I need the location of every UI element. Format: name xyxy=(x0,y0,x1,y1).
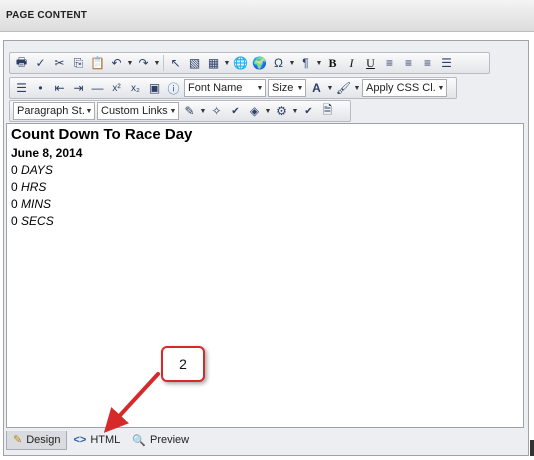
tab-preview[interactable]: 🔍 Preview xyxy=(126,431,195,450)
content-heading: Count Down To Race Day xyxy=(11,126,193,143)
countdown-value: 0 xyxy=(11,180,18,194)
tab-design[interactable]: ✎ Design xyxy=(6,430,68,450)
separator xyxy=(163,55,164,71)
countdown-unit: DAYS xyxy=(21,163,53,177)
redo-icon[interactable]: ↷ xyxy=(134,54,153,72)
font-size-label: Size xyxy=(272,82,294,94)
help-icon[interactable]: ⓘ xyxy=(164,79,183,97)
countdown-line-minutes: 0 MINS xyxy=(11,196,519,213)
font-name-dropdown[interactable]: Font Name ▼ xyxy=(184,79,266,97)
code-brackets-icon: <> xyxy=(73,434,87,446)
outdent-icon[interactable]: ⇤ xyxy=(50,79,69,97)
module-manager-icon[interactable]: ⚙ xyxy=(272,102,291,120)
page-content-header: PAGE CONTENT xyxy=(0,0,534,32)
bulleted-list-icon[interactable]: • xyxy=(31,79,50,97)
symbol-dropdown-icon[interactable]: ▼ xyxy=(288,54,296,72)
module-dropdown-icon[interactable]: ▼ xyxy=(291,102,299,120)
format-painter-dropdown-icon[interactable]: ▼ xyxy=(199,102,207,120)
format-stripper-icon[interactable]: ▣ xyxy=(145,79,164,97)
insert-table-icon[interactable]: ▦ xyxy=(204,54,223,72)
magnifier-icon: 🔍 xyxy=(132,434,146,447)
chevron-down-icon: ▼ xyxy=(169,107,177,115)
align-right-icon[interactable]: ≡ xyxy=(418,54,437,72)
rich-text-editor: 🖶 ✓ ✂ ⎘ 📋 ↶ ▼ ↷ ▼ ↖ ▧ ▦ ▼ 🌐 🌍 Ω ▼ ¶ ▼ B … xyxy=(3,40,529,456)
paste-icon[interactable]: 📋 xyxy=(88,54,107,72)
custom-links-label: Custom Links xyxy=(101,105,168,117)
countdown-line-hours: 0 HRS xyxy=(11,179,519,196)
page-title: PAGE CONTENT xyxy=(6,10,88,21)
underline-icon[interactable]: U xyxy=(361,54,380,72)
print-icon[interactable]: 🖶 xyxy=(12,54,31,72)
table-dropdown-icon[interactable]: ▼ xyxy=(223,54,231,72)
toolbar-row-2: ☰ • ⇤ ⇥ — x² x₂ ▣ ⓘ Font Name ▼ Size ▼ A… xyxy=(9,77,457,99)
paragraph-dropdown-icon[interactable]: ▼ xyxy=(315,54,323,72)
subscript-icon[interactable]: x₂ xyxy=(126,79,145,97)
paragraph-style-label: Paragraph St... xyxy=(17,105,84,117)
fore-color-dropdown-icon[interactable]: ▼ xyxy=(326,79,334,97)
bold-icon[interactable]: B xyxy=(323,54,342,72)
cut-icon[interactable]: ✂ xyxy=(50,54,69,72)
copy-icon[interactable]: ⎘ xyxy=(69,54,88,72)
symbol-icon[interactable]: Ω xyxy=(269,54,288,72)
custom-links-dropdown[interactable]: Custom Links ▼ xyxy=(97,102,179,120)
chevron-down-icon: ▼ xyxy=(85,107,93,115)
numbered-list-icon[interactable]: ☰ xyxy=(12,79,31,97)
tab-html[interactable]: <> HTML xyxy=(67,431,126,450)
countdown-unit: SECS xyxy=(21,214,54,228)
css-class-label: Apply CSS Cl... xyxy=(366,82,436,94)
step-callout: 2 xyxy=(161,346,205,382)
horizontal-rule-icon[interactable]: — xyxy=(88,79,107,97)
spellcheck-icon[interactable]: ✓ xyxy=(31,54,50,72)
callout-number: 2 xyxy=(179,356,187,372)
font-size-dropdown[interactable]: Size ▼ xyxy=(268,79,306,97)
remove-link-icon[interactable]: 🌍 xyxy=(250,54,269,72)
countdown-line-seconds: 0 SECS xyxy=(11,213,519,230)
font-name-label: Font Name xyxy=(188,82,243,94)
paragraph-mark-icon[interactable]: ¶ xyxy=(296,54,315,72)
css-class-dropdown[interactable]: Apply CSS Cl... ▼ xyxy=(362,79,447,97)
tab-design-label: Design xyxy=(26,433,61,446)
italic-icon[interactable]: I xyxy=(342,54,361,72)
template-manager-icon[interactable]: 🗎 xyxy=(318,102,337,120)
chevron-down-icon: ▼ xyxy=(437,84,445,92)
snippet-dropdown-icon[interactable]: ▼ xyxy=(264,102,272,120)
xhtml-validator-icon[interactable]: ✔ xyxy=(226,102,245,120)
fore-color-icon[interactable]: A xyxy=(307,79,326,97)
editor-content-area[interactable]: Count Down To Race Day June 8, 2014 0 DA… xyxy=(6,123,524,428)
chevron-down-icon: ▼ xyxy=(296,84,304,92)
chevron-down-icon: ▼ xyxy=(256,84,264,92)
align-left-icon[interactable]: ≡ xyxy=(380,54,399,72)
format-painter-icon[interactable]: ✎ xyxy=(180,102,199,120)
accessibility-check-icon[interactable]: ✔ xyxy=(299,102,318,120)
paragraph-style-dropdown[interactable]: Paragraph St... ▼ xyxy=(13,102,95,120)
countdown-line-days: 0 DAYS xyxy=(11,162,519,179)
align-center-icon[interactable]: ≡ xyxy=(399,54,418,72)
editor-mode-tabs: ✎ Design <> HTML 🔍 Preview xyxy=(6,430,524,450)
back-color-dropdown-icon[interactable]: ▼ xyxy=(353,79,361,97)
tab-preview-label: Preview xyxy=(149,434,190,446)
countdown-unit: HRS xyxy=(21,180,47,194)
content-date: June 8, 2014 xyxy=(11,146,83,160)
undo-icon[interactable]: ↶ xyxy=(107,54,126,72)
countdown-value: 0 xyxy=(11,197,18,211)
scroll-edge xyxy=(530,440,534,456)
indent-icon[interactable]: ⇥ xyxy=(69,79,88,97)
redo-dropdown-icon[interactable]: ▼ xyxy=(153,54,161,72)
countdown-unit: MINS xyxy=(21,197,52,211)
undo-dropdown-icon[interactable]: ▼ xyxy=(126,54,134,72)
back-color-icon[interactable]: 🖌 xyxy=(334,79,353,97)
superscript-icon[interactable]: x² xyxy=(107,79,126,97)
countdown-value: 0 xyxy=(11,163,18,177)
toolbar-row-1: 🖶 ✓ ✂ ⎘ 📋 ↶ ▼ ↷ ▼ ↖ ▧ ▦ ▼ 🌐 🌍 Ω ▼ ¶ ▼ B … xyxy=(9,52,490,74)
pencil-icon: ✎ xyxy=(13,434,23,446)
select-all-icon[interactable]: ↖ xyxy=(166,54,185,72)
justify-icon[interactable]: ☰ xyxy=(437,54,456,72)
insert-snippet-icon[interactable]: ◈ xyxy=(245,102,264,120)
image-manager-icon[interactable]: ▧ xyxy=(185,54,204,72)
tab-html-label: HTML xyxy=(90,434,121,446)
hyperlink-icon[interactable]: 🌐 xyxy=(231,54,250,72)
countdown-value: 0 xyxy=(11,214,18,228)
toolbar-row-3: Paragraph St... ▼ Custom Links ▼ ✎ ▼ ✧ ✔… xyxy=(9,100,351,122)
clean-formatting-icon[interactable]: ✧ xyxy=(207,102,226,120)
